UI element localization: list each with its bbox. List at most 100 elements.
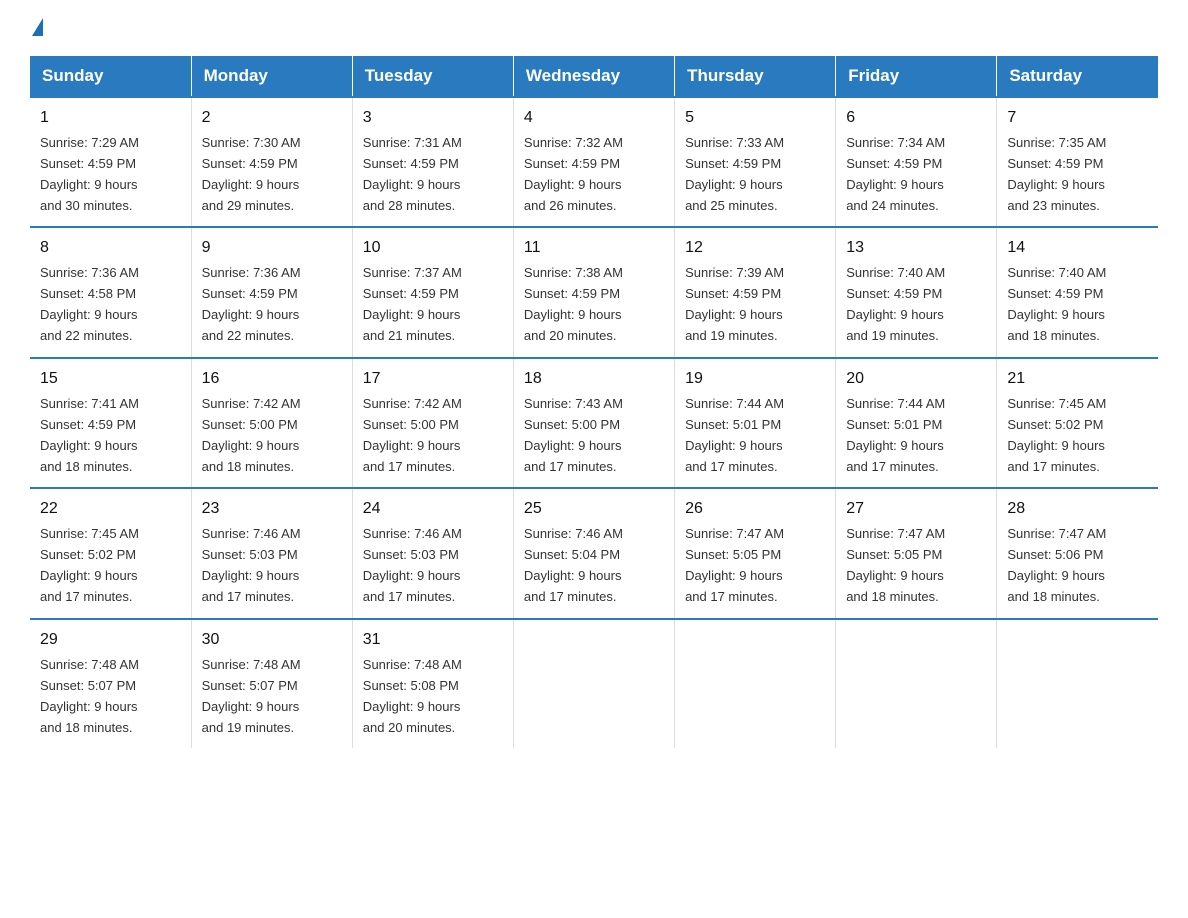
day-number: 15 — [40, 367, 181, 392]
day-info: Sunrise: 7:42 AM Sunset: 5:00 PM Dayligh… — [363, 396, 462, 474]
calendar-week-row: 1 Sunrise: 7:29 AM Sunset: 4:59 PM Dayli… — [30, 97, 1158, 227]
calendar-day-cell: 18 Sunrise: 7:43 AM Sunset: 5:00 PM Dayl… — [513, 358, 674, 488]
calendar-day-cell: 31 Sunrise: 7:48 AM Sunset: 5:08 PM Dayl… — [352, 619, 513, 748]
day-of-week-header: Friday — [836, 56, 997, 97]
calendar-day-cell: 30 Sunrise: 7:48 AM Sunset: 5:07 PM Dayl… — [191, 619, 352, 748]
day-info: Sunrise: 7:46 AM Sunset: 5:03 PM Dayligh… — [202, 526, 301, 604]
calendar-day-cell: 10 Sunrise: 7:37 AM Sunset: 4:59 PM Dayl… — [352, 227, 513, 357]
calendar-day-cell: 4 Sunrise: 7:32 AM Sunset: 4:59 PM Dayli… — [513, 97, 674, 227]
day-info: Sunrise: 7:36 AM Sunset: 4:59 PM Dayligh… — [202, 265, 301, 343]
calendar-week-row: 15 Sunrise: 7:41 AM Sunset: 4:59 PM Dayl… — [30, 358, 1158, 488]
day-info: Sunrise: 7:45 AM Sunset: 5:02 PM Dayligh… — [40, 526, 139, 604]
calendar-day-cell: 24 Sunrise: 7:46 AM Sunset: 5:03 PM Dayl… — [352, 488, 513, 618]
day-number: 1 — [40, 106, 181, 131]
calendar-day-cell: 29 Sunrise: 7:48 AM Sunset: 5:07 PM Dayl… — [30, 619, 191, 748]
day-info: Sunrise: 7:38 AM Sunset: 4:59 PM Dayligh… — [524, 265, 623, 343]
day-info: Sunrise: 7:47 AM Sunset: 5:06 PM Dayligh… — [1007, 526, 1106, 604]
calendar-day-cell: 15 Sunrise: 7:41 AM Sunset: 4:59 PM Dayl… — [30, 358, 191, 488]
day-info: Sunrise: 7:41 AM Sunset: 4:59 PM Dayligh… — [40, 396, 139, 474]
day-number: 7 — [1007, 106, 1148, 131]
day-of-week-header: Monday — [191, 56, 352, 97]
day-info: Sunrise: 7:30 AM Sunset: 4:59 PM Dayligh… — [202, 135, 301, 213]
day-info: Sunrise: 7:42 AM Sunset: 5:00 PM Dayligh… — [202, 396, 301, 474]
day-info: Sunrise: 7:29 AM Sunset: 4:59 PM Dayligh… — [40, 135, 139, 213]
day-number: 28 — [1007, 497, 1148, 522]
day-number: 14 — [1007, 236, 1148, 261]
calendar-day-cell — [997, 619, 1158, 748]
calendar-day-cell: 6 Sunrise: 7:34 AM Sunset: 4:59 PM Dayli… — [836, 97, 997, 227]
day-info: Sunrise: 7:39 AM Sunset: 4:59 PM Dayligh… — [685, 265, 784, 343]
calendar-day-cell: 25 Sunrise: 7:46 AM Sunset: 5:04 PM Dayl… — [513, 488, 674, 618]
calendar-day-cell: 7 Sunrise: 7:35 AM Sunset: 4:59 PM Dayli… — [997, 97, 1158, 227]
day-info: Sunrise: 7:32 AM Sunset: 4:59 PM Dayligh… — [524, 135, 623, 213]
day-info: Sunrise: 7:34 AM Sunset: 4:59 PM Dayligh… — [846, 135, 945, 213]
calendar-day-cell: 14 Sunrise: 7:40 AM Sunset: 4:59 PM Dayl… — [997, 227, 1158, 357]
day-of-week-header: Saturday — [997, 56, 1158, 97]
day-info: Sunrise: 7:33 AM Sunset: 4:59 PM Dayligh… — [685, 135, 784, 213]
day-info: Sunrise: 7:36 AM Sunset: 4:58 PM Dayligh… — [40, 265, 139, 343]
day-number: 13 — [846, 236, 986, 261]
day-number: 3 — [363, 106, 503, 131]
day-number: 30 — [202, 628, 342, 653]
calendar-day-cell: 12 Sunrise: 7:39 AM Sunset: 4:59 PM Dayl… — [675, 227, 836, 357]
day-info: Sunrise: 7:48 AM Sunset: 5:07 PM Dayligh… — [202, 657, 301, 735]
day-info: Sunrise: 7:46 AM Sunset: 5:03 PM Dayligh… — [363, 526, 462, 604]
day-number: 11 — [524, 236, 664, 261]
calendar-day-cell: 27 Sunrise: 7:47 AM Sunset: 5:05 PM Dayl… — [836, 488, 997, 618]
day-info: Sunrise: 7:37 AM Sunset: 4:59 PM Dayligh… — [363, 265, 462, 343]
day-number: 24 — [363, 497, 503, 522]
day-info: Sunrise: 7:44 AM Sunset: 5:01 PM Dayligh… — [685, 396, 784, 474]
day-number: 4 — [524, 106, 664, 131]
day-number: 16 — [202, 367, 342, 392]
day-info: Sunrise: 7:48 AM Sunset: 5:07 PM Dayligh… — [40, 657, 139, 735]
calendar-week-row: 22 Sunrise: 7:45 AM Sunset: 5:02 PM Dayl… — [30, 488, 1158, 618]
calendar-week-row: 8 Sunrise: 7:36 AM Sunset: 4:58 PM Dayli… — [30, 227, 1158, 357]
day-number: 29 — [40, 628, 181, 653]
day-number: 23 — [202, 497, 342, 522]
day-number: 6 — [846, 106, 986, 131]
day-info: Sunrise: 7:40 AM Sunset: 4:59 PM Dayligh… — [846, 265, 945, 343]
calendar-day-cell — [513, 619, 674, 748]
day-number: 19 — [685, 367, 825, 392]
day-number: 17 — [363, 367, 503, 392]
calendar-header-row: SundayMondayTuesdayWednesdayThursdayFrid… — [30, 56, 1158, 97]
calendar-day-cell: 11 Sunrise: 7:38 AM Sunset: 4:59 PM Dayl… — [513, 227, 674, 357]
day-number: 2 — [202, 106, 342, 131]
day-number: 12 — [685, 236, 825, 261]
calendar-day-cell: 23 Sunrise: 7:46 AM Sunset: 5:03 PM Dayl… — [191, 488, 352, 618]
calendar-day-cell: 22 Sunrise: 7:45 AM Sunset: 5:02 PM Dayl… — [30, 488, 191, 618]
calendar-day-cell: 13 Sunrise: 7:40 AM Sunset: 4:59 PM Dayl… — [836, 227, 997, 357]
calendar-day-cell: 28 Sunrise: 7:47 AM Sunset: 5:06 PM Dayl… — [997, 488, 1158, 618]
day-number: 26 — [685, 497, 825, 522]
day-info: Sunrise: 7:44 AM Sunset: 5:01 PM Dayligh… — [846, 396, 945, 474]
calendar-day-cell: 21 Sunrise: 7:45 AM Sunset: 5:02 PM Dayl… — [997, 358, 1158, 488]
day-number: 5 — [685, 106, 825, 131]
day-number: 18 — [524, 367, 664, 392]
day-info: Sunrise: 7:45 AM Sunset: 5:02 PM Dayligh… — [1007, 396, 1106, 474]
calendar-day-cell: 1 Sunrise: 7:29 AM Sunset: 4:59 PM Dayli… — [30, 97, 191, 227]
day-info: Sunrise: 7:48 AM Sunset: 5:08 PM Dayligh… — [363, 657, 462, 735]
calendar-day-cell: 19 Sunrise: 7:44 AM Sunset: 5:01 PM Dayl… — [675, 358, 836, 488]
calendar-day-cell: 17 Sunrise: 7:42 AM Sunset: 5:00 PM Dayl… — [352, 358, 513, 488]
day-of-week-header: Sunday — [30, 56, 191, 97]
calendar-day-cell: 5 Sunrise: 7:33 AM Sunset: 4:59 PM Dayli… — [675, 97, 836, 227]
calendar-day-cell: 3 Sunrise: 7:31 AM Sunset: 4:59 PM Dayli… — [352, 97, 513, 227]
day-number: 8 — [40, 236, 181, 261]
calendar-day-cell: 16 Sunrise: 7:42 AM Sunset: 5:00 PM Dayl… — [191, 358, 352, 488]
calendar-day-cell: 20 Sunrise: 7:44 AM Sunset: 5:01 PM Dayl… — [836, 358, 997, 488]
calendar-day-cell: 8 Sunrise: 7:36 AM Sunset: 4:58 PM Dayli… — [30, 227, 191, 357]
day-number: 10 — [363, 236, 503, 261]
calendar-day-cell: 9 Sunrise: 7:36 AM Sunset: 4:59 PM Dayli… — [191, 227, 352, 357]
day-info: Sunrise: 7:47 AM Sunset: 5:05 PM Dayligh… — [685, 526, 784, 604]
day-info: Sunrise: 7:47 AM Sunset: 5:05 PM Dayligh… — [846, 526, 945, 604]
logo — [30, 20, 43, 38]
day-info: Sunrise: 7:31 AM Sunset: 4:59 PM Dayligh… — [363, 135, 462, 213]
day-number: 21 — [1007, 367, 1148, 392]
calendar-day-cell — [836, 619, 997, 748]
day-number: 25 — [524, 497, 664, 522]
day-number: 31 — [363, 628, 503, 653]
page-header — [30, 20, 1158, 38]
calendar-day-cell: 2 Sunrise: 7:30 AM Sunset: 4:59 PM Dayli… — [191, 97, 352, 227]
day-number: 27 — [846, 497, 986, 522]
calendar-week-row: 29 Sunrise: 7:48 AM Sunset: 5:07 PM Dayl… — [30, 619, 1158, 748]
